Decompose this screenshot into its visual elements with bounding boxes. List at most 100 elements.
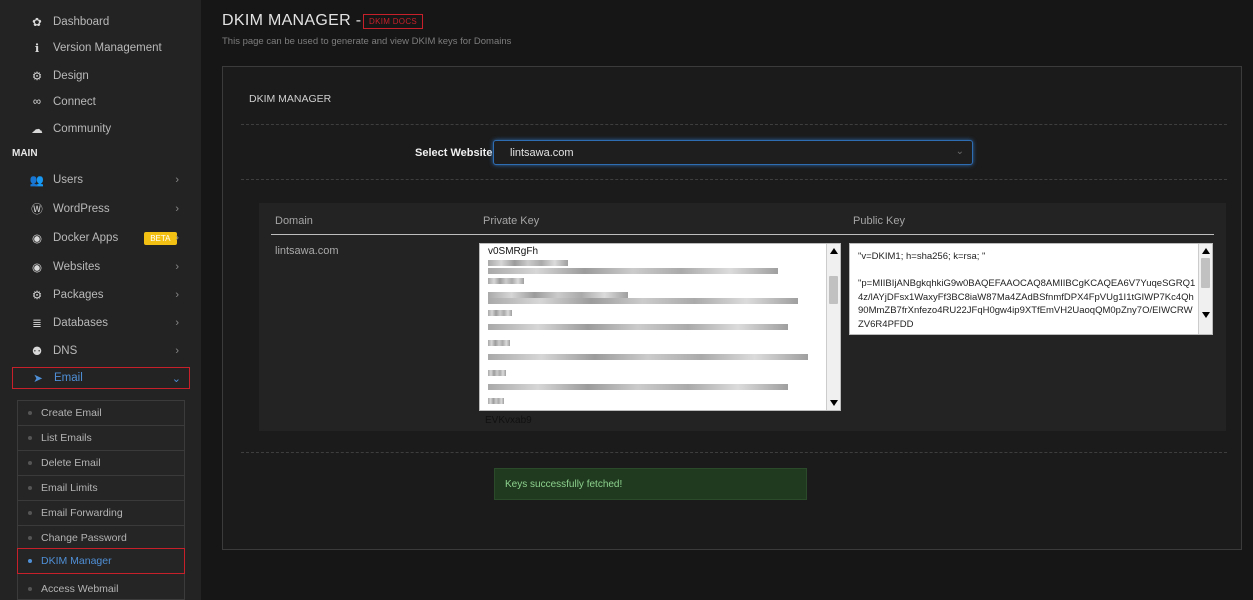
select-website-label: Select Website bbox=[415, 147, 493, 159]
dashboard-icon: ✿ bbox=[32, 17, 42, 29]
private-key-text: v0SMRgFh bbox=[488, 246, 539, 257]
bullet-icon bbox=[28, 586, 32, 591]
private-key-textarea[interactable]: v0SMRgFh bbox=[479, 243, 841, 411]
bullet-icon bbox=[28, 559, 32, 563]
column-header-domain: Domain bbox=[275, 215, 313, 227]
private-key-scrollbar[interactable] bbox=[826, 244, 840, 410]
submenu-item-dkim-manager[interactable]: DKIM Manager bbox=[17, 548, 185, 574]
blurred-key-line bbox=[488, 354, 808, 360]
bullet-icon bbox=[28, 461, 32, 465]
sidebar-item-databases[interactable]: ≣ Databases › bbox=[0, 310, 201, 336]
dkim-panel: DKIM MANAGER Select Website lintsawa.com… bbox=[222, 66, 1242, 550]
chevron-down-icon: ⌄ bbox=[955, 146, 964, 157]
sidebar-item-label: Community bbox=[53, 123, 112, 135]
chevron-right-icon: › bbox=[175, 317, 179, 329]
sidebar-item-label: DNS bbox=[53, 345, 78, 357]
column-header-public-key: Public Key bbox=[853, 215, 905, 227]
chevron-right-icon: › bbox=[175, 232, 179, 244]
scrollbar-thumb[interactable] bbox=[1201, 258, 1210, 288]
network-icon: ⚉ bbox=[31, 346, 43, 358]
submenu-item-label: Email Limits bbox=[41, 482, 98, 494]
bullet-icon bbox=[28, 486, 32, 490]
sidebar-item-label: Databases bbox=[53, 317, 108, 329]
blurred-key-line bbox=[488, 268, 778, 274]
globe-icon: ◉ bbox=[31, 262, 43, 274]
submenu-item-delete-email[interactable]: Delete Email bbox=[18, 451, 184, 476]
sidebar-item-docker-apps[interactable]: ◉ Docker Apps BETA › bbox=[0, 225, 201, 251]
submenu-item-email-forwarding[interactable]: Email Forwarding bbox=[18, 501, 184, 526]
domain-cell: lintsawa.com bbox=[275, 245, 339, 257]
dkim-docs-link[interactable]: DKIM DOCS bbox=[363, 14, 424, 29]
chevron-right-icon: › bbox=[175, 289, 179, 301]
sidebar-item-label: Dashboard bbox=[53, 16, 110, 28]
chevron-down-icon: ⌄ bbox=[171, 373, 181, 385]
website-select[interactable]: lintsawa.com ⌄ bbox=[493, 140, 973, 165]
submenu-item-create-email[interactable]: Create Email bbox=[18, 401, 184, 426]
sidebar-item-wordpress[interactable]: Ⓦ WordPress › bbox=[0, 196, 201, 222]
public-key-textarea[interactable]: "v=DKIM1; h=sha256; k=rsa; " "p=MIIBIjAN… bbox=[849, 243, 1213, 335]
success-alert: Keys successfully fetched! bbox=[494, 468, 807, 500]
sidebar-item-dns[interactable]: ⚉ DNS › bbox=[0, 338, 201, 364]
selected-website-value: lintsawa.com bbox=[510, 146, 574, 159]
sidebar-item-label: Connect bbox=[53, 96, 96, 108]
sidebar-item-version-management[interactable]: ℹ Version Management bbox=[0, 35, 201, 61]
submenu-item-label: Access Webmail bbox=[41, 582, 119, 595]
chat-icon: ☁ bbox=[31, 124, 43, 136]
sidebar-item-email[interactable]: ➤ Email ⌄ bbox=[12, 367, 190, 389]
column-header-private-key: Private Key bbox=[483, 215, 540, 227]
sidebar-item-label: Packages bbox=[53, 289, 104, 301]
bullet-icon bbox=[28, 411, 32, 415]
blurred-key-line bbox=[488, 324, 788, 330]
packages-icon: ⚙ bbox=[31, 290, 43, 302]
blurred-key-line bbox=[488, 278, 524, 284]
submenu-item-label: DKIM Manager bbox=[41, 555, 112, 567]
chevron-right-icon: › bbox=[175, 174, 179, 186]
submenu-item-email-limits[interactable]: Email Limits bbox=[18, 476, 184, 501]
bullet-icon bbox=[28, 511, 32, 515]
divider bbox=[241, 452, 1227, 453]
bullet-icon bbox=[28, 536, 32, 540]
scroll-down-icon[interactable] bbox=[830, 400, 838, 406]
submenu-item-label: Change Password bbox=[41, 532, 127, 544]
sidebar-item-websites[interactable]: ◉ Websites › bbox=[0, 254, 201, 280]
scroll-down-icon[interactable] bbox=[1202, 312, 1210, 318]
sidebar-item-label: Docker Apps bbox=[53, 232, 119, 244]
page-title: DKIM MANAGER - bbox=[222, 12, 362, 29]
alert-text: Keys successfully fetched! bbox=[505, 478, 623, 490]
link-icon: ∞ bbox=[32, 96, 42, 108]
sidebar-item-dashboard[interactable]: ✿ Dashboard bbox=[0, 9, 201, 35]
blurred-key-line bbox=[488, 398, 504, 404]
sidebar-item-connect[interactable]: ∞ Connect bbox=[0, 89, 201, 115]
panel-heading: DKIM MANAGER bbox=[249, 93, 332, 105]
sidebar-item-label: Design bbox=[53, 70, 89, 82]
page-subtitle: This page can be used to generate and vi… bbox=[222, 36, 512, 47]
submenu-item-list-emails[interactable]: List Emails bbox=[18, 426, 184, 451]
sidebar: ✿ Dashboard ℹ Version Management ⚙ Desig… bbox=[0, 0, 201, 600]
submenu-item-access-webmail[interactable]: Access Webmail bbox=[18, 576, 184, 600]
scrollbar-thumb[interactable] bbox=[829, 276, 838, 304]
submenu-item-label: List Emails bbox=[41, 432, 92, 444]
sidebar-item-design[interactable]: ⚙ Design bbox=[0, 63, 201, 89]
submenu-item-label: Create Email bbox=[41, 407, 102, 419]
sidebar-item-users[interactable]: 👥 Users › bbox=[0, 167, 201, 193]
submenu-item-label: Email Forwarding bbox=[41, 507, 123, 519]
sidebar-item-label: Email bbox=[54, 372, 83, 384]
submenu-item-label: Delete Email bbox=[41, 457, 101, 469]
sidebar-item-label: Users bbox=[53, 174, 84, 186]
bullet-icon bbox=[28, 436, 32, 440]
chevron-right-icon: › bbox=[175, 345, 179, 357]
divider bbox=[241, 179, 1227, 180]
sidebar-item-community[interactable]: ☁ Community bbox=[0, 116, 201, 142]
divider bbox=[241, 124, 1227, 125]
public-key-scrollbar[interactable] bbox=[1198, 244, 1212, 334]
scroll-up-icon[interactable] bbox=[830, 248, 838, 254]
header-divider bbox=[271, 234, 1214, 235]
public-key-text: "v=DKIM1; h=sha256; k=rsa; " "p=MIIBIjAN… bbox=[858, 251, 1196, 330]
sidebar-item-label: WordPress bbox=[53, 203, 110, 215]
sidebar-item-packages[interactable]: ⚙ Packages › bbox=[0, 282, 201, 308]
chevron-right-icon: › bbox=[175, 261, 179, 273]
gear-icon: ⚙ bbox=[31, 71, 43, 83]
wordpress-icon: Ⓦ bbox=[31, 204, 43, 216]
scroll-up-icon[interactable] bbox=[1202, 248, 1210, 254]
blurred-key-line bbox=[488, 384, 788, 390]
